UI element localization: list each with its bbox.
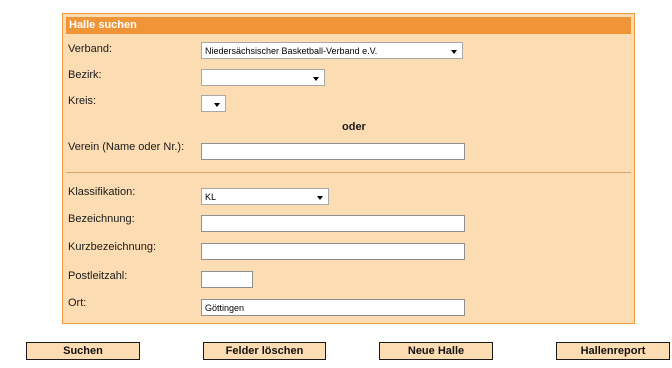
- felder-loeschen-button[interactable]: Felder löschen: [203, 342, 326, 360]
- chevron-down-icon: [214, 103, 220, 107]
- chevron-down-icon: [317, 196, 323, 200]
- verband-label: Verband:: [68, 43, 113, 55]
- kurzbezeichnung-label: Kurzbezeichnung:: [68, 241, 157, 253]
- kreis-select[interactable]: [201, 95, 226, 112]
- postleitzahl-input[interactable]: [201, 271, 253, 288]
- ort-input[interactable]: Göttingen: [201, 299, 465, 316]
- klassifikation-select[interactable]: KL: [201, 188, 329, 205]
- neue-halle-button[interactable]: Neue Halle: [379, 342, 493, 360]
- verein-input[interactable]: [201, 143, 465, 160]
- kurzbezeichnung-input[interactable]: [201, 243, 465, 260]
- bezeichnung-label: Bezeichnung:: [68, 213, 135, 225]
- chevron-down-icon: [313, 77, 319, 81]
- bezeichnung-input[interactable]: [201, 215, 465, 232]
- ort-value: Göttingen: [205, 303, 245, 313]
- klassifikation-label: Klassifikation:: [68, 186, 136, 198]
- kreis-label: Kreis:: [68, 95, 97, 107]
- hallenreport-button[interactable]: Hallenreport: [556, 342, 670, 360]
- oder-separator-text: oder: [342, 121, 366, 133]
- section-divider: [66, 172, 631, 173]
- verein-label: Verein (Name oder Nr.):: [68, 141, 185, 153]
- ort-label: Ort:: [68, 297, 87, 309]
- bezirk-label: Bezirk:: [68, 69, 102, 81]
- postleitzahl-label: Postleitzahl:: [68, 270, 128, 282]
- verband-select[interactable]: Niedersächsischer Basketball-Verband e.V…: [201, 42, 463, 59]
- verband-value: Niedersächsischer Basketball-Verband e.V…: [205, 46, 378, 56]
- chevron-down-icon: [451, 50, 457, 54]
- bezirk-select[interactable]: [201, 69, 325, 86]
- panel-title: Halle suchen: [66, 17, 631, 34]
- search-hall-panel: Halle suchen Verband: Niedersächsischer …: [62, 13, 635, 324]
- klassifikation-value: KL: [205, 192, 217, 202]
- suchen-button[interactable]: Suchen: [26, 342, 140, 360]
